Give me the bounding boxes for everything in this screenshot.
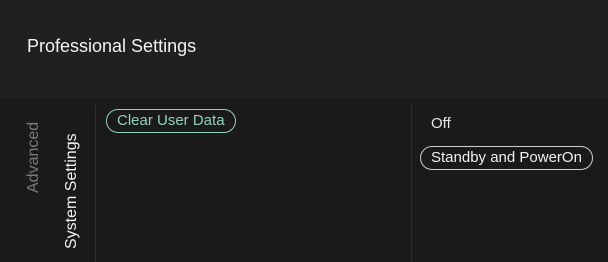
header-bar: Professional Settings [0, 0, 608, 98]
clear-user-data-button[interactable]: Clear User Data [106, 109, 236, 133]
column-divider [95, 105, 96, 262]
settings-body [0, 98, 608, 262]
page-title: Professional Settings [27, 36, 197, 56]
tab-advanced[interactable]: Advanced [24, 122, 44, 193]
column-divider [411, 105, 412, 262]
professional-settings-screen: Professional Settings Advanced System Se… [0, 0, 608, 262]
option-standby-and-poweron[interactable]: Standby and PowerOn [420, 146, 593, 170]
option-off[interactable]: Off [431, 115, 451, 132]
tab-system-settings[interactable]: System Settings [62, 133, 82, 249]
